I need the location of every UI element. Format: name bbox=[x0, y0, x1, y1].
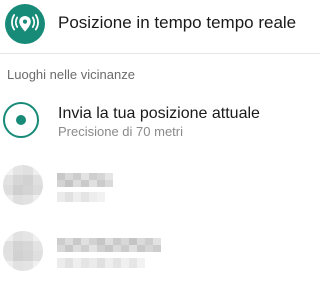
my-location-dot bbox=[16, 115, 26, 125]
my-location-icon bbox=[3, 102, 39, 138]
blurred-place-address bbox=[57, 258, 145, 268]
blurred-place-icon bbox=[3, 165, 43, 205]
live-location-icon bbox=[5, 4, 45, 44]
send-current-location-title: Invia la tua posizione attuale bbox=[58, 105, 260, 122]
location-accuracy-text: Precisione di 70 metri bbox=[58, 124, 183, 139]
nearby-places-header: Luoghi nelle vicinanze bbox=[7, 67, 135, 82]
blurred-place-name bbox=[57, 173, 113, 187]
live-location-row[interactable]: Posizione in tempo tempo reale bbox=[0, 0, 320, 55]
send-current-location-row[interactable]: Invia la tua posizione attuale Precision… bbox=[0, 95, 320, 155]
live-location-label: Posizione in tempo tempo reale bbox=[58, 13, 297, 32]
blurred-place-name bbox=[57, 238, 161, 252]
nearby-place-item[interactable] bbox=[0, 165, 320, 223]
nearby-place-item[interactable] bbox=[0, 231, 320, 289]
blurred-place-icon bbox=[3, 231, 43, 271]
divider bbox=[0, 53, 320, 54]
blurred-place-address bbox=[57, 192, 105, 202]
